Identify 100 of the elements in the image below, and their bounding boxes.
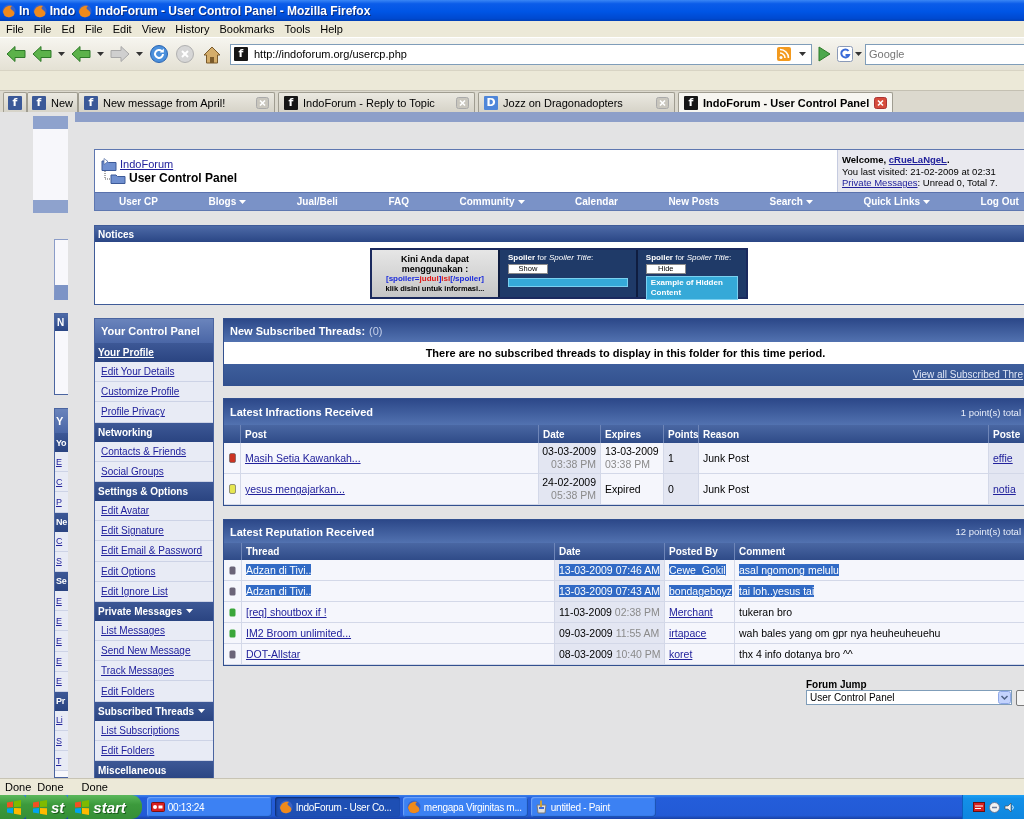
taskbar-button[interactable]: IndoForum - User Co... <box>274 797 400 817</box>
browser-tab[interactable]: D Jozz on Dragonadopters <box>478 92 675 112</box>
sidebar-link[interactable]: Edit Avatar <box>101 505 150 517</box>
sidebar-link[interactable]: E <box>55 452 68 473</box>
post-link[interactable]: Masih Setia Kawankah... <box>245 452 361 464</box>
user-link[interactable]: irtapace <box>669 627 707 639</box>
menu-item[interactable]: View <box>136 23 171 35</box>
view-all-link[interactable]: View all Subscribed Thre <box>912 369 1023 380</box>
sidebar-link[interactable]: E <box>55 631 68 652</box>
search-engine-icon[interactable] <box>837 46 853 62</box>
browser-tab[interactable]: f New <box>27 92 78 112</box>
thread-link[interactable]: DOT-Allstar <box>246 648 301 660</box>
taskbar-button[interactable]: untitled - Paint <box>530 797 656 817</box>
sidebar-link[interactable]: C <box>55 472 68 493</box>
sidebar-link[interactable]: Edit Folders <box>101 744 155 756</box>
menu-item[interactable]: History <box>170 23 215 35</box>
flag-icon <box>6 799 22 815</box>
sidebar-link[interactable]: Send New Message <box>101 645 191 657</box>
thread-link[interactable]: [req] shoutbox if ! <box>246 606 327 618</box>
user-link[interactable]: notia <box>993 483 1016 495</box>
taskbar-button[interactable]: mengapa Virginitas m... <box>402 797 528 817</box>
user-link[interactable]: koret <box>669 648 693 660</box>
address-bar[interactable]: f http://indoforum.org/usercp.php <box>230 43 812 65</box>
caret-icon[interactable] <box>97 52 104 56</box>
sidebar-link[interactable]: Track Messages <box>101 665 174 677</box>
site-icon: f <box>684 95 698 110</box>
user-link[interactable]: bondageboyz <box>669 585 733 597</box>
sidebar-link[interactable]: Edit Options <box>101 565 156 577</box>
site-icon: f <box>32 95 46 110</box>
panel-title: Latest Reputation Received <box>230 525 375 538</box>
thread-link[interactable]: IM2 Broom unlimited... <box>246 627 352 639</box>
sidebar-link[interactable]: Contacts & Friends <box>101 445 187 457</box>
username-link[interactable]: cRueLaNgeL <box>888 154 947 165</box>
reputation-marker-icon <box>229 607 236 617</box>
sidebar-link[interactable]: Profile Privacy <box>101 406 165 418</box>
table-cell: 09-03-2009 11:55 AM <box>555 623 665 644</box>
start-button[interactable]: start <box>68 795 142 819</box>
browser-tab[interactable]: f IndoForum - Reply to Topic <box>278 92 475 112</box>
points-total: 1 point(s) total <box>960 406 1021 418</box>
sidebar-link[interactable]: S <box>55 731 68 752</box>
sidebar-link[interactable]: List Subscriptions <box>101 724 180 736</box>
sidebar-link[interactable]: Edit Folders <box>101 685 155 697</box>
browser-tab[interactable]: f New message from April! <box>78 92 275 112</box>
thread-link[interactable]: Adzan di Tivi.. <box>246 585 312 597</box>
back-arrow-icon[interactable] <box>71 45 91 63</box>
menu-item[interactable]: File <box>79 23 108 35</box>
menu-item[interactable]: Edit <box>107 23 137 35</box>
sidebar-link[interactable]: T <box>55 751 68 772</box>
browser-tab[interactable]: f IndoForum - User Control Panel <box>678 92 894 112</box>
thread-link[interactable]: Adzan di Tivi.. <box>246 564 312 576</box>
sidebar-link[interactable]: Customize Profile <box>101 386 180 398</box>
sidebar-link[interactable]: E <box>55 611 68 632</box>
sidebar-link[interactable]: Edit Ignore List <box>101 585 168 597</box>
user-link[interactable]: Merchant <box>669 606 713 618</box>
forum-jump-label: Forum Jump <box>806 679 868 690</box>
messages-link[interactable]: Private Messages <box>842 177 918 188</box>
forum-jump-select[interactable]: User Control Panel <box>806 690 1013 705</box>
user-link[interactable]: effie <box>993 452 1013 464</box>
start-button[interactable] <box>0 795 26 819</box>
caret-icon[interactable] <box>58 52 65 56</box>
column-header: Reason <box>699 425 989 443</box>
menu-item[interactable]: Ed <box>56 23 80 35</box>
taskbar-button[interactable]: 00:13:24 <box>146 797 272 817</box>
table-cell: 0 <box>664 474 699 505</box>
address-input[interactable]: http://indoforum.org/usercp.php <box>254 46 771 62</box>
search-field[interactable]: Google <box>865 43 1024 65</box>
browser-tab[interactable]: f <box>3 92 27 112</box>
home-icon[interactable] <box>202 44 222 64</box>
sidebar-link[interactable]: Edit Signature <box>101 525 164 537</box>
caret-icon[interactable] <box>136 52 143 56</box>
sidebar-section-header[interactable]: Your Profile <box>95 343 213 362</box>
site-icon: f <box>234 47 248 61</box>
menu-item[interactable]: Tools <box>279 23 316 35</box>
menu-item[interactable]: File <box>1 23 29 35</box>
go-arrow-icon[interactable] <box>817 46 831 62</box>
caret-icon[interactable] <box>799 52 806 56</box>
sidebar-link[interactable]: P <box>55 492 68 513</box>
menu-item[interactable]: Bookmarks <box>214 23 280 35</box>
table-cell: 1 <box>664 443 699 474</box>
back-arrow-icon[interactable] <box>6 45 26 63</box>
close-icon[interactable] <box>874 96 888 109</box>
menu-item[interactable]: Help <box>315 23 348 35</box>
status-text: Done <box>81 781 108 793</box>
reload-icon[interactable] <box>150 45 168 63</box>
sidebar-link[interactable]: Edit Your Details <box>101 366 175 378</box>
back-arrow-icon[interactable] <box>32 45 52 63</box>
start-button[interactable]: st <box>26 795 69 819</box>
sidebar-link[interactable]: List Messages <box>101 624 165 636</box>
breadcrumb-link[interactable]: IndoForum <box>120 158 174 170</box>
user-link[interactable]: Cewe_Gokil <box>669 564 726 576</box>
menu-item[interactable]: File <box>28 23 57 35</box>
table-cell: 11-03-2009 02:38 PM <box>555 602 665 623</box>
status-text: Done <box>37 781 64 793</box>
panel-header: Notices <box>95 226 1024 242</box>
post-link[interactable]: yesus mengajarkan... <box>245 483 345 495</box>
caret-icon[interactable] <box>855 52 862 56</box>
sidebar-link[interactable]: Edit Email & Password <box>101 545 203 557</box>
thread-count: (0) <box>369 324 383 337</box>
sidebar-link[interactable]: Social Groups <box>101 465 164 477</box>
column-header: Posted By <box>665 543 735 560</box>
